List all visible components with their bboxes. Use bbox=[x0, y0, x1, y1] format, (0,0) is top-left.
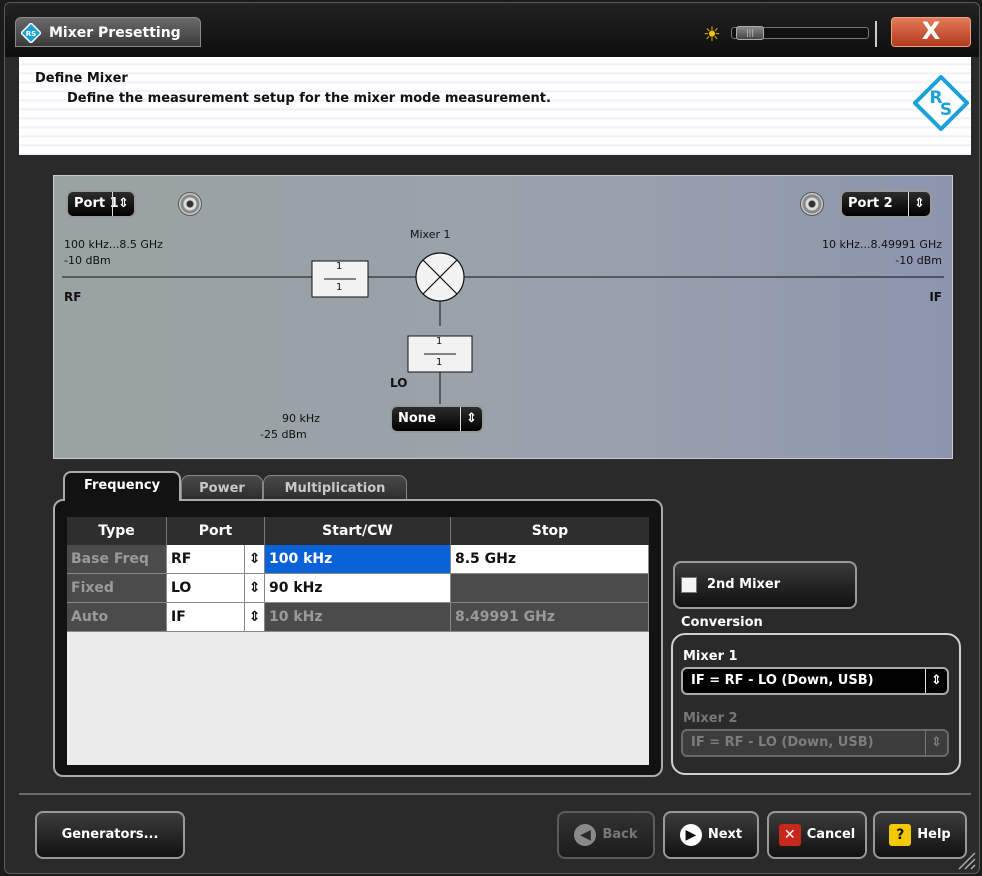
column-header-type: Type bbox=[67, 517, 167, 545]
header-banner bbox=[19, 57, 971, 155]
conversion-title: Conversion bbox=[681, 615, 763, 630]
row1-stop-input[interactable]: 8.5 GHz bbox=[451, 545, 649, 574]
second-mixer-button[interactable]: 2nd Mixer bbox=[673, 561, 857, 609]
spin-arrows-icon[interactable]: ⇕ bbox=[244, 574, 264, 602]
lo-multiplier-denominator: 1 bbox=[436, 357, 443, 368]
title-separator bbox=[875, 21, 877, 47]
if-range: 10 kHz...8.49991 GHz bbox=[822, 238, 942, 251]
back-button[interactable]: ◀ Back bbox=[557, 811, 655, 859]
arrow-left-icon: ◀ bbox=[574, 823, 597, 846]
port2-select[interactable]: Port 2 ⇕ bbox=[840, 190, 932, 218]
mixer-presetting-dialog: RS Mixer Presetting ☀ ||| X Define Mixer… bbox=[4, 2, 980, 874]
rohde-schwarz-logo-icon: R S bbox=[913, 75, 969, 131]
page-title: Define Mixer bbox=[35, 71, 128, 86]
row2-start-input[interactable]: 90 kHz bbox=[265, 574, 451, 603]
help-icon: ? bbox=[889, 823, 912, 846]
rf-label: RF bbox=[64, 290, 82, 304]
spin-arrows-icon: ⇕ bbox=[925, 731, 947, 755]
spin-arrows-icon[interactable]: ⇕ bbox=[244, 603, 264, 631]
app-logo-icon: RS bbox=[21, 23, 41, 43]
brightness-slider[interactable]: ||| bbox=[731, 26, 869, 40]
row2-port-select[interactable]: LO ⇕ bbox=[167, 574, 265, 603]
mixer1-label: Mixer 1 bbox=[683, 649, 738, 664]
spin-arrows-icon[interactable]: ⇕ bbox=[244, 545, 264, 573]
column-header-port: Port bbox=[167, 517, 265, 545]
tab-frequency[interactable]: Frequency bbox=[63, 471, 181, 501]
close-button[interactable]: X bbox=[891, 17, 971, 47]
mixer2-conversion-select[interactable]: IF = RF - LO (Down, USB) ⇕ bbox=[681, 729, 949, 757]
mixer-diagram: Port 1 ⇕ Port 2 ⇕ Mixer 1 100 kHz...8.5 GH… bbox=[53, 175, 953, 459]
slider-thumb[interactable]: ||| bbox=[736, 26, 764, 40]
row3-stop-cell: 8.49991 GHz bbox=[451, 603, 649, 632]
port1-select[interactable]: Port 1 ⇕ bbox=[66, 190, 136, 218]
port1-connector-icon bbox=[178, 192, 202, 216]
spin-arrows-icon: ⇕ bbox=[925, 669, 947, 693]
arrow-right-icon: ▶ bbox=[679, 823, 702, 846]
column-header-start: Start/CW bbox=[265, 517, 451, 545]
if-label: IF bbox=[929, 290, 942, 304]
mixer-label: Mixer 1 bbox=[410, 228, 451, 241]
diagram-lines bbox=[62, 252, 944, 404]
row1-type: Base Freq bbox=[67, 545, 167, 574]
cancel-x-icon: ✕ bbox=[778, 823, 801, 846]
row2-type: Fixed bbox=[67, 574, 167, 603]
column-header-stop: Stop bbox=[451, 517, 649, 545]
lo-source-select[interactable]: None ⇕ bbox=[390, 405, 484, 433]
row3-start-cell: 10 kHz bbox=[265, 603, 451, 632]
brightness-icon: ☀ bbox=[703, 22, 721, 46]
resize-grip-icon[interactable] bbox=[955, 849, 977, 871]
port2-connector-icon bbox=[800, 192, 824, 216]
svg-text:S: S bbox=[940, 100, 952, 120]
lo-multiplier-numerator: 1 bbox=[436, 336, 443, 347]
if-power: -10 dBm bbox=[895, 254, 942, 267]
svg-text:RS: RS bbox=[26, 30, 36, 38]
row1-start-input[interactable]: 100 kHz bbox=[265, 545, 451, 574]
row3-type: Auto bbox=[67, 603, 167, 632]
second-mixer-checkbox[interactable] bbox=[681, 577, 697, 593]
row1-port-select[interactable]: RF ⇕ bbox=[167, 545, 265, 574]
rf-multiplier-numerator: 1 bbox=[336, 261, 343, 272]
rf-power: -10 dBm bbox=[64, 254, 111, 267]
next-button[interactable]: ▶ Next bbox=[663, 811, 759, 859]
row2-stop-cell bbox=[451, 574, 649, 603]
generators-button[interactable]: Generators... bbox=[35, 811, 185, 859]
lo-power: -25 dBm bbox=[260, 428, 307, 441]
mixer-symbol-icon bbox=[415, 252, 465, 302]
bottom-separator bbox=[19, 793, 971, 795]
window-title: Mixer Presetting bbox=[49, 25, 181, 41]
page-description: Define the measurement setup for the mix… bbox=[67, 91, 551, 106]
rf-multiplier-denominator: 1 bbox=[336, 282, 343, 293]
lo-label: LO bbox=[390, 376, 408, 390]
mixer2-label: Mixer 2 bbox=[683, 711, 738, 726]
rf-range: 100 kHz...8.5 GHz bbox=[64, 238, 163, 251]
mixer1-conversion-select[interactable]: IF = RF - LO (Down, USB) ⇕ bbox=[681, 667, 949, 695]
lo-frequency: 90 kHz bbox=[282, 412, 320, 425]
cancel-button[interactable]: ✕ Cancel bbox=[767, 811, 867, 859]
frequency-table: Type Port Start/CW Stop Base Freq RF ⇕ 10… bbox=[67, 517, 649, 765]
help-button[interactable]: ? Help bbox=[873, 811, 967, 859]
row3-port-select[interactable]: IF ⇕ bbox=[167, 603, 265, 632]
